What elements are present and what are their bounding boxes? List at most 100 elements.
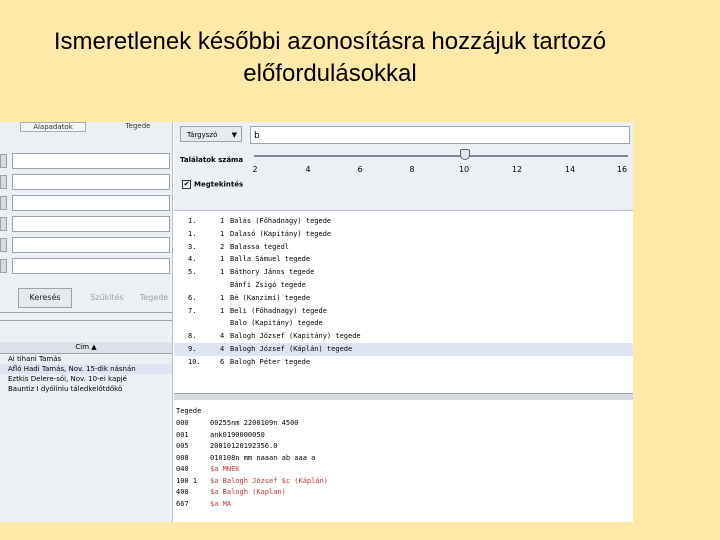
slide-title-line-2: előfordulásokkal (243, 60, 417, 87)
result-row[interactable]: 3. 2 Balassa tegedl (174, 241, 633, 254)
result-row[interactable]: 5. 1 Báthory János tegede (174, 266, 633, 279)
result-row[interactable]: 4. 1 Balla Sámuel tegede (174, 253, 633, 266)
record-tag: 100 1 (176, 476, 198, 485)
field-stub (0, 154, 7, 168)
result-row[interactable]: 7. 1 Beli (Főhadnagy) tegede (174, 305, 633, 318)
record-value: $a Balogh József $c (Káplán) (210, 476, 329, 485)
slider-tick: 6 (357, 165, 363, 174)
record-value: 00255nm 2200109n 4500 (210, 419, 299, 427)
result-row[interactable]: 1. 1 Balás (Főhadnagy) tegede (174, 215, 633, 228)
form-input[interactable] (12, 237, 170, 253)
field-stub (0, 196, 7, 210)
slide-title-line-1: Ismeretlenek későbbi azonosításra hozzáj… (53, 28, 607, 55)
record-tag: 001 (176, 430, 189, 439)
field-stub (0, 259, 7, 273)
form-input[interactable] (12, 216, 170, 232)
list-item[interactable]: Bauntiz I dyóliniu táledkelőtdőkö (0, 384, 172, 394)
result-row[interactable]: 10. 6 Balogh Péter tegede (174, 356, 633, 369)
record-title: Tegede (176, 407, 202, 415)
record-tag: 000 (176, 419, 189, 427)
result-text: Balogh József (Káplán) tegede (230, 345, 353, 353)
record-value: $a MNEK (210, 465, 240, 473)
search-type-dropdown[interactable]: Tárgyszó ▼ (180, 126, 242, 142)
result-number: 1. (188, 229, 197, 238)
result-row[interactable]: 1. 1 Dalasó (Kapitány) tegede (174, 228, 633, 241)
result-number: 5. (188, 268, 197, 277)
divider (0, 312, 172, 313)
result-text: Balassa tegedl (230, 242, 290, 251)
checkbox-check-icon[interactable]: ✔ (182, 180, 191, 189)
record-line: 001 ank0190000050 (176, 431, 265, 439)
list-header-title[interactable]: Cím ▲ (0, 342, 172, 354)
record-line: 040 $a MNEK (176, 465, 240, 473)
record-tag: 667 (176, 499, 189, 508)
form-field-row (0, 214, 172, 232)
list-header-label: Cím (75, 343, 90, 351)
slider-tick: 12 (511, 165, 523, 174)
result-number: 7. (188, 306, 197, 315)
result-text: Beli (Főhadnagy) tegede (230, 306, 327, 315)
form-input[interactable] (12, 153, 170, 169)
record-line: 000 00255nm 2200109n 4500 (176, 419, 299, 427)
slider-tick: 10 (458, 165, 470, 174)
record-value: $a Balogh (Kaplan) (210, 488, 286, 496)
list-item[interactable]: Afló Hadi Tamás, Nov. 15-dik násnán (0, 364, 172, 374)
form-field-row (0, 256, 172, 274)
result-number: 10. (188, 357, 201, 366)
record-value: $a MA (210, 499, 232, 508)
result-row[interactable]: 9. 4 Balogh József (Káplán) tegede (174, 343, 633, 356)
view-checkbox[interactable]: ✔ Megtekintés (182, 180, 243, 189)
narrow-button[interactable]: Szűkítés (80, 288, 134, 308)
horizontal-scrollbar[interactable] (174, 393, 633, 400)
tab-other[interactable]: Tegede (116, 122, 160, 130)
search-button[interactable]: Keresés (18, 288, 72, 308)
results-list: 1. 1 Balás (Főhadnagy) tegede 1. 1 Dalasó (Ka… (174, 211, 633, 393)
slider-tick: 16 (616, 165, 628, 174)
form-input[interactable] (12, 174, 170, 190)
tab-basic-data[interactable]: Alapadatok (20, 122, 86, 132)
result-number: 4. (188, 255, 197, 264)
left-panel: Alapadatok Tegede Keresés Szűkítés Teged… (0, 122, 173, 522)
form-input[interactable] (12, 195, 170, 211)
slider-handle[interactable] (460, 149, 470, 160)
result-text: Balogh Péter tegede (230, 357, 311, 366)
record-line: 667 $a MA (176, 500, 231, 508)
list-item[interactable]: Eztkis Delere-sói, Nov. 10-ei kapjé (0, 374, 172, 384)
search-controls: Tárgyszó ▼ b Találatok száma 2 4 6 8 10 … (174, 122, 633, 211)
record-view: Tegede 000 00255nm 2200109n 4500 001 ank019… (174, 405, 633, 522)
form-input[interactable] (12, 258, 170, 274)
search-input[interactable]: b (250, 126, 630, 144)
slider-label: Találatok száma (180, 156, 244, 164)
record-value: 20010120192356.0 (210, 442, 278, 450)
result-text: Báthory János tegede (230, 268, 315, 277)
result-number: 6. (188, 293, 197, 302)
slider-tick: 8 (409, 165, 415, 174)
field-stub (0, 238, 7, 252)
result-row[interactable]: 8. 4 Balogh József (Kapitány) tegede (174, 330, 633, 343)
other-button[interactable]: Tegede (138, 288, 170, 308)
record-tag: 005 (176, 442, 189, 450)
result-text: Balás (Főhadnagy) tegede (230, 217, 332, 225)
result-text: Bé (Kanzimi) tegede (230, 293, 311, 302)
result-text: Balogh József (Kapitány) tegede (230, 332, 361, 341)
record-tag: 400 (176, 488, 189, 496)
results-count-slider[interactable] (254, 155, 628, 157)
result-row[interactable]: Bánfi Zsigó tegede (174, 279, 633, 292)
slider-tick: 2 (252, 165, 258, 174)
result-row[interactable]: 6. 1 Bé (Kanzimi) tegede (174, 292, 633, 305)
record-value: 010108n mm naaan ab aaa a (210, 453, 316, 462)
application-screenshot: Alapadatok Tegede Keresés Szűkítés Teged… (0, 122, 633, 522)
record-value: ank0190000050 (210, 430, 265, 439)
chevron-down-icon: ▼ (231, 131, 237, 139)
result-row[interactable]: Balo (Kapitány) tegede (174, 317, 633, 330)
slider-tick: 14 (564, 165, 576, 174)
list-item[interactable]: Ai tihani Tamás (0, 354, 172, 364)
right-panel: Tárgyszó ▼ b Találatok száma 2 4 6 8 10 … (174, 122, 633, 522)
record-tag: 008 (176, 453, 189, 462)
field-stub (0, 175, 7, 189)
result-number: 9. (188, 345, 197, 353)
result-text: Balla Sámuel tegede (230, 255, 311, 264)
record-line: 005 20010120192356.0 (176, 442, 277, 450)
field-stub (0, 217, 7, 231)
record-line: 008 010108n mm naaan ab aaa a (176, 454, 315, 462)
